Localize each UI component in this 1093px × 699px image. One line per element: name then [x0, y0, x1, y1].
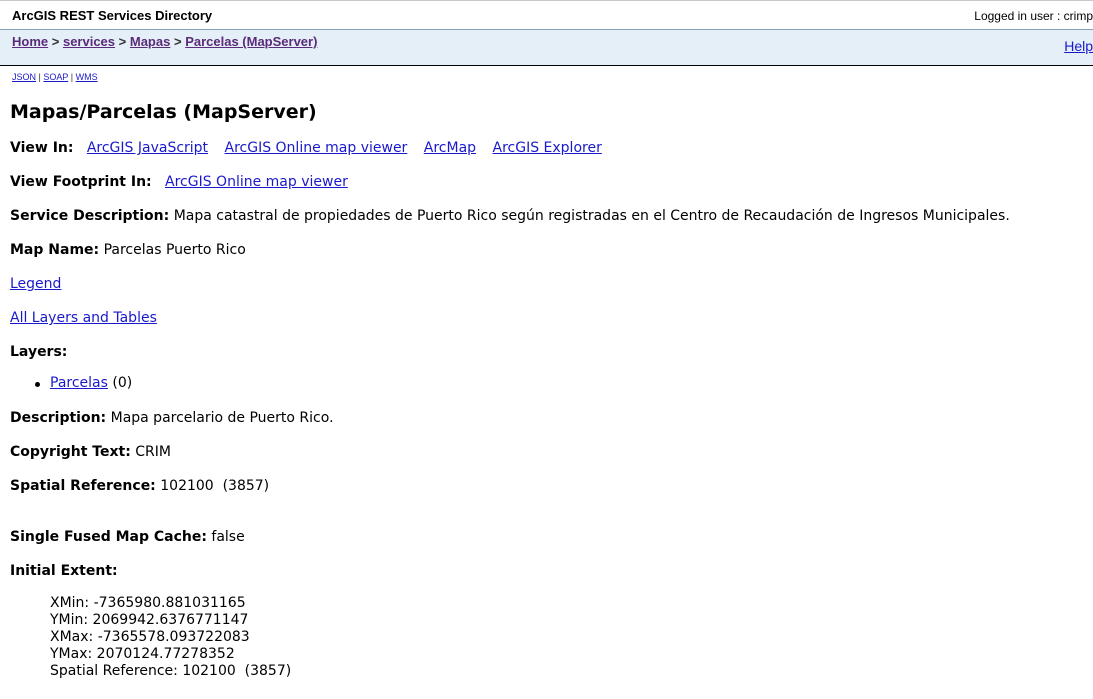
extent-spatial-reference: Spatial Reference: 102100 (3857)	[50, 663, 292, 679]
all-layers-and-tables-link[interactable]: All Layers and Tables	[10, 310, 157, 326]
description-row: Description: Mapa parcelario de Puerto R…	[10, 410, 334, 426]
map-name-label: Map Name:	[10, 242, 100, 258]
view-in-arcgis-javascript-link[interactable]: ArcGIS JavaScript	[87, 140, 208, 156]
breadcrumb-services[interactable]: services	[63, 34, 115, 49]
format-links: JSON | SOAP | WMS	[12, 72, 98, 82]
list-item: Parcelas (0)	[35, 375, 133, 391]
description-label: Description:	[10, 410, 107, 426]
nav-bar: Home > services > Mapas > Parcelas (MapS…	[0, 30, 1093, 66]
logged-in-user: Logged in user : crimp	[974, 9, 1093, 23]
layer-parcelas-link[interactable]: Parcelas	[50, 375, 108, 391]
initial-extent-label: Initial Extent:	[10, 563, 118, 579]
page-title: Mapas/Parcelas (MapServer)	[10, 101, 317, 123]
breadcrumb-separator: >	[173, 34, 182, 49]
soap-link[interactable]: SOAP	[43, 72, 68, 82]
copyright-value: CRIM	[135, 444, 171, 460]
initial-extent-values: XMin: -7365980.881031165 YMin: 2069942.6…	[50, 595, 291, 680]
service-description-label: Service Description:	[10, 208, 170, 224]
service-description-value: Mapa catastral de propiedades de Puerto …	[173, 208, 1010, 224]
app-title: ArcGIS REST Services Directory	[12, 8, 213, 23]
map-name-value: Parcelas Puerto Rico	[103, 242, 246, 258]
layers-list: Parcelas (0)	[35, 375, 133, 391]
wms-link[interactable]: WMS	[76, 72, 98, 82]
layer-id: (0)	[112, 375, 133, 391]
view-footprint-label: View Footprint In:	[10, 174, 152, 190]
view-in-arcgis-online-link[interactable]: ArcGIS Online map viewer	[225, 140, 408, 156]
spatial-reference-row: Spatial Reference: 102100 (3857)	[10, 478, 269, 494]
extent-xmax: XMax: -7365578.093722083	[50, 629, 250, 645]
single-fused-value: false	[211, 529, 245, 545]
layers-row: Layers:	[10, 344, 67, 360]
format-separator: |	[70, 72, 74, 82]
view-footprint-arcgis-online-link[interactable]: ArcGIS Online map viewer	[165, 174, 348, 190]
extent-ymax: YMax: 2070124.77278352	[50, 646, 235, 662]
all-layers-row: All Layers and Tables	[10, 310, 169, 326]
breadcrumb-separator: >	[51, 34, 60, 49]
copyright-label: Copyright Text:	[10, 444, 131, 460]
json-link[interactable]: JSON	[12, 72, 36, 82]
breadcrumb-home[interactable]: Home	[12, 34, 48, 49]
help-link[interactable]: Help	[1064, 38, 1093, 54]
view-footprint-row: View Footprint In: ArcGIS Online map vie…	[10, 174, 360, 190]
copyright-row: Copyright Text: CRIM	[10, 444, 171, 460]
description-value: Mapa parcelario de Puerto Rico.	[110, 410, 334, 426]
legend-link[interactable]: Legend	[10, 276, 61, 292]
legend-row: Legend	[10, 276, 73, 292]
format-separator: |	[38, 72, 41, 82]
header-bar: ArcGIS REST Services Directory Logged in…	[0, 0, 1093, 30]
breadcrumb-parcelas[interactable]: Parcelas (MapServer)	[185, 34, 317, 49]
spatial-reference-value: 102100 (3857)	[160, 478, 270, 494]
layers-label: Layers:	[10, 344, 68, 360]
single-fused-label: Single Fused Map Cache:	[10, 529, 207, 545]
view-in-row: View In: ArcGIS JavaScript ArcGIS Online…	[10, 140, 614, 156]
service-description-row: Service Description: Mapa catastral de p…	[10, 208, 1010, 224]
map-name-row: Map Name: Parcelas Puerto Rico	[10, 242, 246, 258]
spatial-reference-label: Spatial Reference:	[10, 478, 156, 494]
breadcrumb: Home > services > Mapas > Parcelas (MapS…	[12, 34, 317, 49]
initial-extent-row: Initial Extent:	[10, 563, 118, 579]
extent-xmin: XMin: -7365980.881031165	[50, 595, 246, 611]
extent-ymin: YMin: 2069942.6376771147	[50, 612, 249, 628]
bullet-icon	[35, 382, 40, 387]
single-fused-row: Single Fused Map Cache: false	[10, 529, 245, 545]
view-in-arcmap-link[interactable]: ArcMap	[424, 140, 476, 156]
breadcrumb-mapas[interactable]: Mapas	[130, 34, 170, 49]
breadcrumb-separator: >	[118, 34, 127, 49]
view-in-arcgis-explorer-link[interactable]: ArcGIS Explorer	[493, 140, 602, 156]
view-in-label: View In:	[10, 140, 74, 156]
